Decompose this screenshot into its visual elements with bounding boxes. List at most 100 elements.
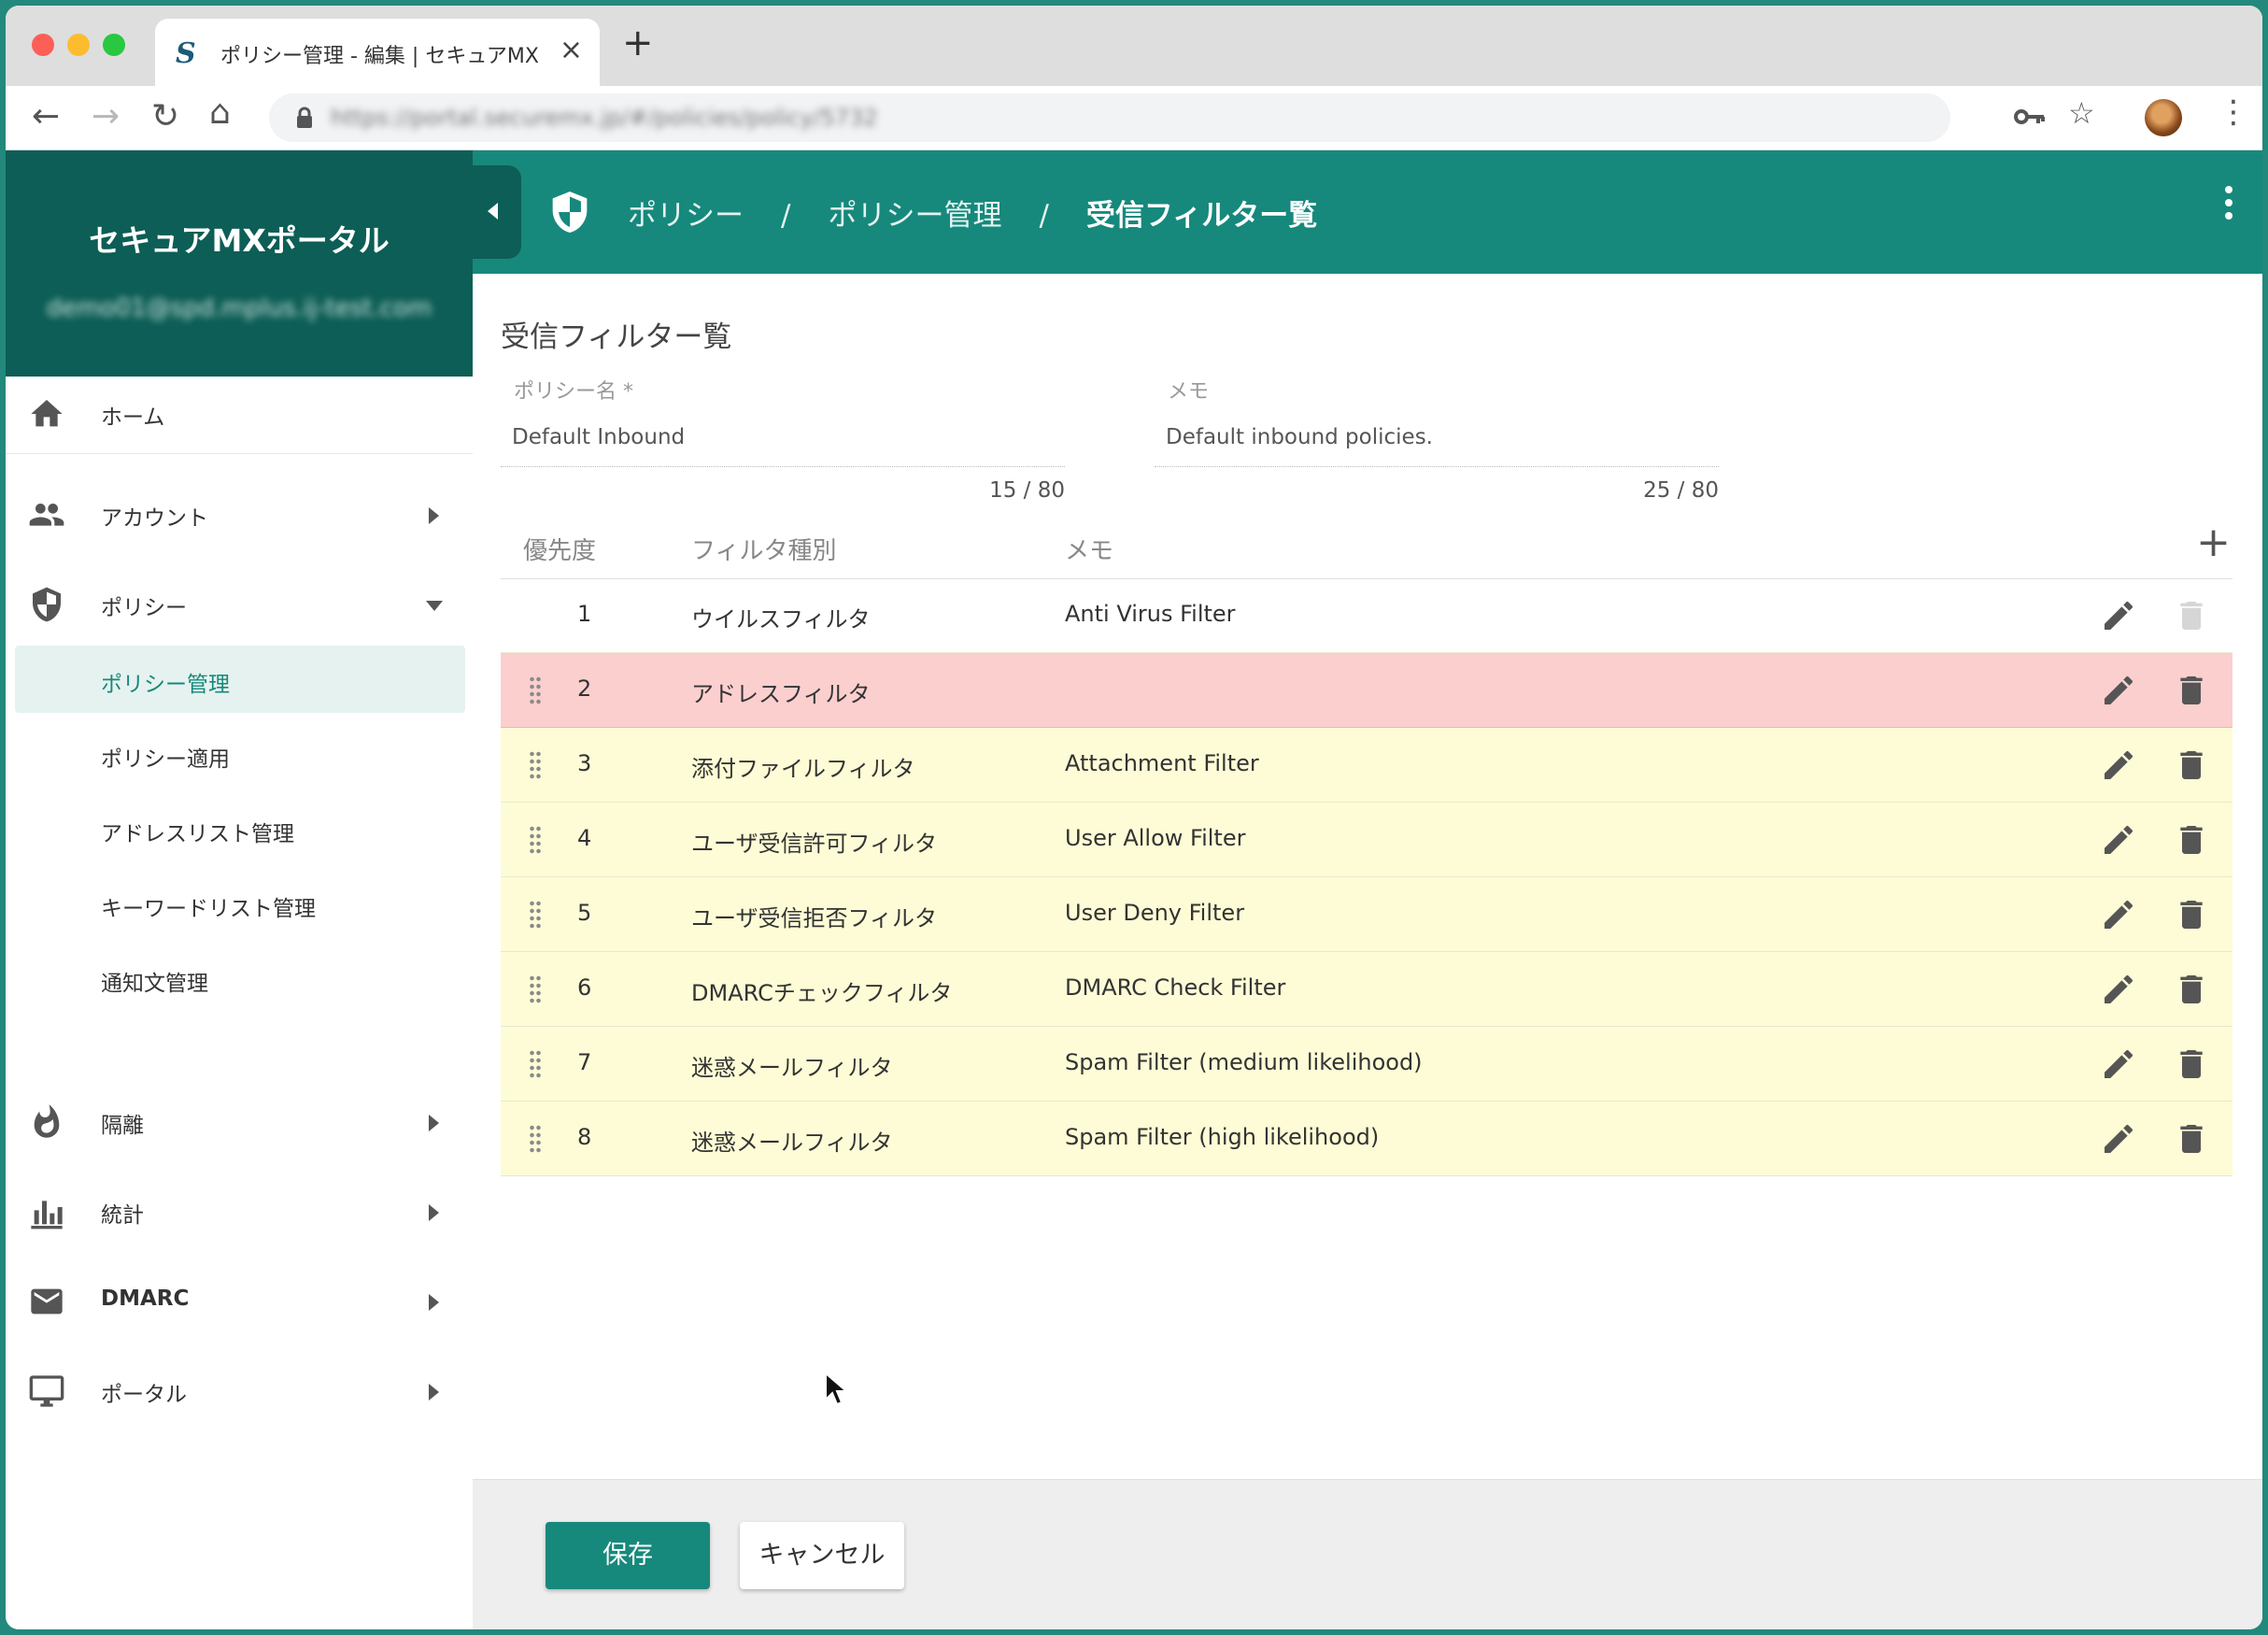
monitor-icon — [29, 1375, 64, 1407]
delete-icon[interactable] — [2173, 1045, 2210, 1083]
sidebar-header: セキュアMXポータル demo01@spd.mplus.ij-test.com — [6, 150, 473, 377]
policy-name-field[interactable]: ポリシー名 * Default Inbound 15 / 80 — [501, 375, 1065, 503]
sidebar-item-label: 統計 — [101, 1203, 144, 1228]
delete-icon[interactable] — [2173, 821, 2210, 859]
table-row: 5 ユーザ受信拒否フィルタ User Deny Filter — [501, 877, 2233, 952]
forward-icon[interactable]: → — [92, 95, 120, 138]
edit-icon[interactable] — [2100, 896, 2137, 933]
sidebar-item-policy[interactable]: ポリシー — [6, 576, 473, 633]
sidebar: セキュアMXポータル demo01@spd.mplus.ij-test.com … — [6, 150, 474, 1629]
sidebar-subitem-notification[interactable]: 通知文管理 — [15, 945, 465, 1012]
chevron-right-icon — [429, 507, 439, 524]
fire-icon — [34, 1104, 60, 1138]
drag-handle-icon[interactable] — [529, 1049, 542, 1079]
table-row: 7 迷惑メールフィルタ Spam Filter (medium likeliho… — [501, 1027, 2233, 1102]
memo-label: メモ — [1168, 380, 1210, 404]
memo-input[interactable]: Default inbound policies. — [1155, 425, 1719, 449]
address-bar[interactable]: https://portal.securemx.jp/#/policies/po… — [269, 93, 1950, 142]
memo-cell: Attachment Filter — [1065, 750, 1259, 776]
url-text: https://portal.securemx.jp/#/policies/po… — [331, 105, 878, 131]
breadcrumb: ポリシー / ポリシー管理 / 受信フィルター覧 — [628, 192, 1317, 234]
delete-icon[interactable] — [2173, 672, 2210, 709]
policy-name-counter: 15 / 80 — [989, 478, 1065, 503]
edit-icon[interactable] — [2100, 1120, 2137, 1158]
cancel-button[interactable]: キャンセル — [740, 1522, 904, 1589]
chevron-right-icon — [429, 1384, 439, 1400]
edit-icon[interactable] — [2100, 597, 2137, 634]
sidebar-item-label: ポリシー — [101, 596, 187, 620]
type-cell: 添付ファイルフィルタ — [691, 756, 915, 782]
field-underline — [1155, 466, 1719, 467]
drag-handle-icon[interactable] — [529, 750, 542, 780]
chevron-right-icon — [429, 1204, 439, 1221]
sidebar-subitem-policy-apply[interactable]: ポリシー適用 — [15, 720, 465, 788]
back-icon[interactable]: ← — [32, 95, 60, 138]
drag-handle-icon[interactable] — [529, 825, 542, 855]
profile-avatar[interactable] — [2145, 99, 2182, 136]
edit-icon[interactable] — [2100, 971, 2137, 1008]
delete-icon-disabled — [2180, 602, 2203, 630]
sidebar-item-statistics[interactable]: 統計 — [6, 1184, 473, 1240]
save-button[interactable]: 保存 — [546, 1522, 710, 1589]
add-filter-button[interactable]: + — [2196, 520, 2231, 565]
priority-cell: 1 — [577, 601, 592, 627]
sidebar-item-account[interactable]: アカウント — [6, 487, 473, 543]
sidebar-subitem-policy-management[interactable]: ポリシー管理 — [15, 646, 465, 713]
type-cell: DMARCチェックフィルタ — [691, 980, 953, 1006]
type-cell: ユーザ受信許可フィルタ — [691, 831, 938, 857]
type-cell: ウイルスフィルタ — [691, 606, 871, 633]
policy-name-label: ポリシー名 * — [514, 380, 633, 404]
column-header-memo: メモ — [1065, 537, 1114, 565]
mouse-cursor-icon — [825, 1372, 848, 1406]
delete-icon[interactable] — [2173, 971, 2210, 1008]
sidebar-item-label: ポータル — [101, 1383, 187, 1407]
sidebar-subitem-keyword-list[interactable]: キーワードリスト管理 — [15, 870, 465, 937]
policy-name-input[interactable]: Default Inbound — [501, 425, 1065, 449]
edit-icon[interactable] — [2100, 821, 2137, 859]
breadcrumb-item-policy[interactable]: ポリシー — [628, 199, 744, 233]
edit-icon[interactable] — [2100, 672, 2137, 709]
sidebar-item-label: 通知文管理 — [101, 972, 208, 996]
user-email: demo01@spd.mplus.ij-test.com — [46, 294, 432, 322]
browser-menu-icon[interactable]: ⋮ — [2218, 93, 2249, 131]
collapse-sidebar-button[interactable] — [473, 165, 521, 259]
table-row: 4 ユーザ受信許可フィルタ User Allow Filter — [501, 803, 2233, 877]
browser-window: S ポリシー管理 - 編集 | セキュアMX × + ← → ↻ ⌂ https… — [6, 6, 2262, 1629]
shield-icon — [33, 587, 61, 622]
breadcrumb-item-policy-management[interactable]: ポリシー管理 — [828, 199, 1001, 233]
new-tab-button[interactable]: + — [622, 24, 654, 62]
sidebar-subitem-address-list[interactable]: アドレスリスト管理 — [15, 795, 465, 862]
more-vert-icon[interactable] — [2223, 186, 2234, 225]
sidebar-item-dmarc[interactable]: DMARC — [6, 1273, 473, 1329]
bookmark-star-icon[interactable]: ☆ — [2068, 95, 2095, 131]
priority-cell: 5 — [577, 900, 592, 926]
drag-handle-icon[interactable] — [529, 675, 542, 705]
sidebar-item-portal[interactable]: ポータル — [6, 1363, 473, 1419]
chevron-down-icon — [426, 601, 443, 611]
maximize-window-button[interactable] — [103, 34, 125, 56]
drag-handle-icon[interactable] — [529, 974, 542, 1004]
reload-icon[interactable]: ↻ — [151, 95, 179, 138]
priority-cell: 4 — [577, 825, 592, 851]
edit-icon[interactable] — [2100, 1045, 2137, 1083]
delete-icon[interactable] — [2173, 746, 2210, 784]
minimize-window-button[interactable] — [67, 34, 90, 56]
drag-handle-icon[interactable] — [529, 1124, 542, 1154]
type-cell: 迷惑メールフィルタ — [691, 1130, 893, 1156]
memo-cell: Anti Virus Filter — [1065, 601, 1236, 627]
close-window-button[interactable] — [32, 34, 54, 56]
sidebar-item-label: DMARC — [101, 1287, 190, 1311]
memo-field[interactable]: メモ Default inbound policies. 25 / 80 — [1155, 375, 1719, 503]
sidebar-item-home[interactable]: ホーム — [6, 386, 473, 442]
delete-icon[interactable] — [2173, 896, 2210, 933]
drag-handle-icon[interactable] — [529, 900, 542, 930]
breadcrumb-separator: / — [781, 199, 791, 233]
browser-tab-active[interactable]: S ポリシー管理 - 編集 | セキュアMX × — [155, 19, 600, 86]
tab-close-icon[interactable]: × — [560, 34, 583, 66]
key-icon[interactable] — [2014, 103, 2046, 131]
table-row: 6 DMARCチェックフィルタ DMARC Check Filter — [501, 952, 2233, 1027]
delete-icon[interactable] — [2173, 1120, 2210, 1158]
home-page-icon[interactable]: ⌂ — [209, 92, 231, 135]
sidebar-item-quarantine[interactable]: 隔離 — [6, 1094, 473, 1150]
edit-icon[interactable] — [2100, 746, 2137, 784]
